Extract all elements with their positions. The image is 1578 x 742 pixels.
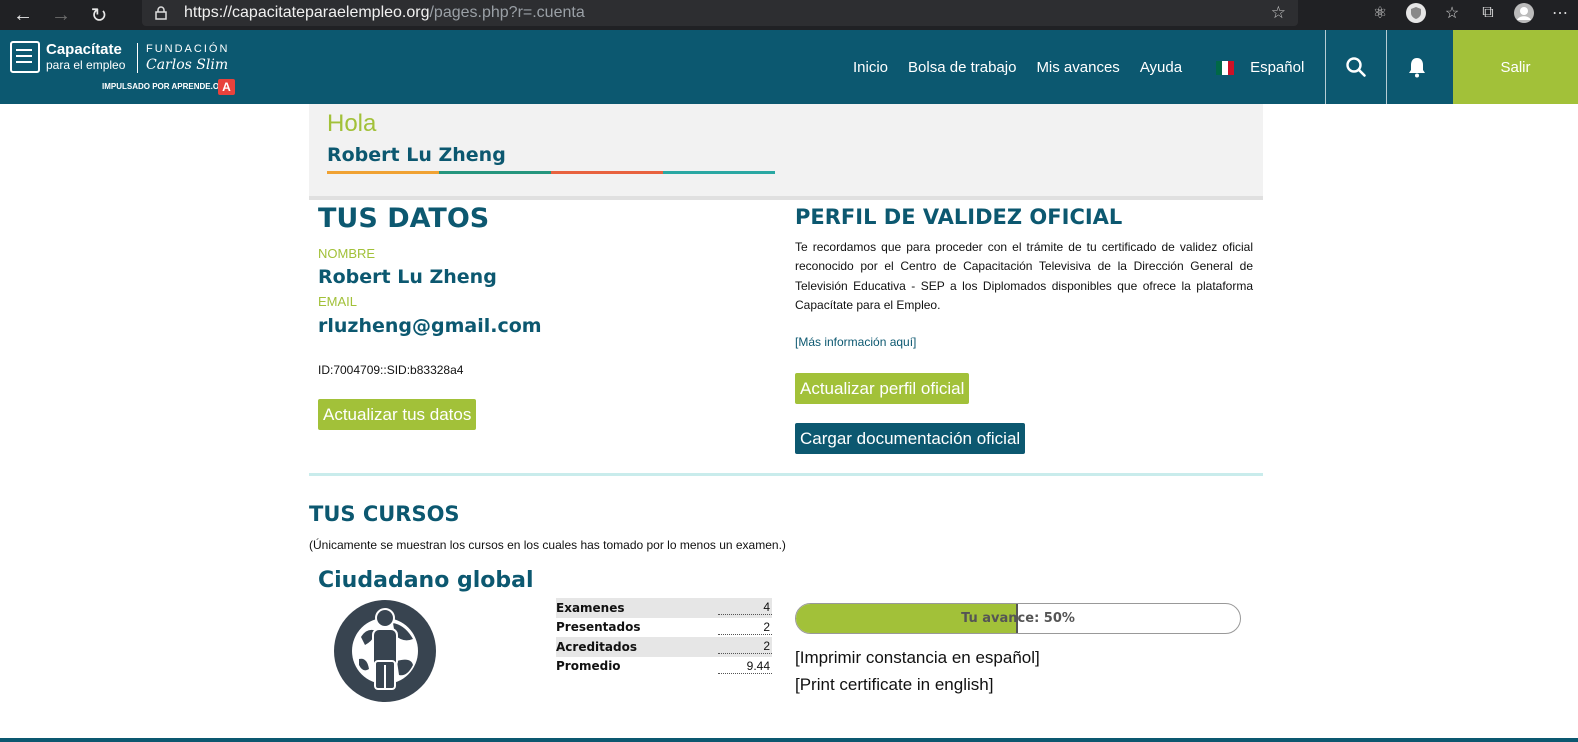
greeting-name: Robert Lu Zheng [327, 144, 506, 166]
browser-toolbar: ← → ↻ https://capacitateparaelempleo.org… [0, 0, 1578, 30]
mexico-flag-icon [1216, 61, 1235, 75]
print-certificate-en-link[interactable]: [Print certificate in english] [795, 675, 993, 695]
logo-carlos-slim: Carlos Slim [146, 57, 229, 73]
stripe-red [551, 171, 663, 174]
logout-button[interactable]: Salir [1453, 30, 1578, 104]
datos-title: TUS DATOS [318, 203, 490, 234]
upload-official-docs-button[interactable]: Cargar documentación oficial [795, 423, 1026, 454]
lock-icon [155, 6, 167, 20]
stat-label: Examenes [556, 600, 625, 615]
progress-label: Tu avance: 50% [961, 611, 1075, 626]
name-label: NOMBRE [318, 246, 376, 261]
extension-shield-icon[interactable] [1398, 0, 1434, 26]
stripe-orange [327, 171, 439, 174]
stripe-green [439, 171, 551, 174]
stat-row: Acreditados 2 [556, 637, 772, 657]
greeting-stripes [327, 171, 775, 174]
cursos-note: (Únicamente se muestran los cursos en lo… [309, 538, 786, 552]
course-progress-bar: Tu avance: 50% [795, 603, 1241, 634]
user-email: rluzheng@gmail.com [318, 315, 542, 337]
course-stats-table: Examenes 4 Presentados 2 Acreditados 2 Prom… [556, 598, 772, 676]
logo-divider [137, 43, 138, 73]
nav-ayuda[interactable]: Ayuda [1140, 59, 1182, 76]
user-id: ID:7004709::SID:b83328a4 [318, 363, 464, 377]
stat-value: 2 [718, 620, 772, 635]
language-selector[interactable]: Español [1250, 59, 1304, 76]
site-logo[interactable]: Capacítate para el empleo FUNDACIÓN Carl… [10, 39, 240, 97]
nav-inicio[interactable]: Inicio [853, 59, 888, 76]
back-icon[interactable]: ← [8, 3, 38, 27]
notifications-bell-icon[interactable] [1387, 30, 1447, 104]
perfil-title: PERFIL DE VALIDEZ OFICIAL [795, 205, 1123, 229]
cursos-title: TUS CURSOS [309, 502, 460, 526]
url-host: https://capacitateparaelempleo.org [184, 4, 430, 21]
nav-bolsa-de-trabajo[interactable]: Bolsa de trabajo [908, 59, 1016, 76]
globe-person-icon [333, 599, 437, 703]
course-name[interactable]: Ciudadano global [318, 568, 534, 593]
stat-label: Acreditados [556, 639, 637, 654]
logo-title: Capacítate [46, 41, 122, 58]
stat-row: Promedio 9.44 [556, 657, 772, 677]
footer-top-border [0, 738, 1578, 742]
more-info-link[interactable]: [Más información aquí] [795, 335, 916, 349]
greeting-hello: Hola [327, 110, 377, 137]
main-nav: Inicio Bolsa de trabajo Mis avances Ayud… [853, 30, 1324, 104]
profile-avatar-icon[interactable] [1506, 0, 1542, 26]
browser-extensions: ⚛ ☆ ⧉ ⋯ [1362, 0, 1578, 26]
print-certificate-es-link[interactable]: [Imprimir constancia en español] [795, 648, 1040, 668]
greeting-panel: Hola Robert Lu Zheng [309, 104, 1263, 200]
stat-value: 9.44 [718, 659, 772, 674]
email-label: EMAIL [318, 294, 358, 309]
stat-label: Presentados [556, 620, 641, 635]
site-header: Capacítate para el empleo FUNDACIÓN Carl… [0, 30, 1578, 104]
logo-subtitle: para el empleo [46, 58, 126, 72]
stripe-teal [663, 171, 775, 174]
address-bar[interactable]: https://capacitateparaelempleo.org/pages… [142, 0, 1298, 26]
update-official-profile-button[interactable]: Actualizar perfil oficial [795, 373, 970, 404]
collections-icon[interactable]: ⧉ [1470, 0, 1506, 26]
stat-row: Examenes 4 [556, 598, 772, 618]
forward-icon[interactable]: → [46, 3, 76, 27]
favorite-star-icon[interactable]: ☆ [1271, 3, 1286, 23]
stat-label: Promedio [556, 659, 621, 674]
stat-row: Presentados 2 [556, 618, 772, 638]
search-icon[interactable] [1326, 30, 1386, 104]
stat-value: 2 [718, 639, 772, 655]
user-name: Robert Lu Zheng [318, 266, 497, 288]
more-menu-icon[interactable]: ⋯ [1542, 0, 1578, 26]
logo-impulsado: IMPULSADO POR APRENDE.ORG [102, 82, 232, 91]
perfil-description: Te recordamos que para proceder con el t… [795, 240, 1253, 313]
favorites-list-icon[interactable]: ☆ [1434, 0, 1470, 26]
nav-mis-avances[interactable]: Mis avances [1036, 59, 1119, 76]
reload-icon[interactable]: ↻ [84, 3, 114, 27]
logo-fundacion: FUNDACIÓN [146, 43, 230, 55]
update-data-button[interactable]: Actualizar tus datos [318, 399, 477, 430]
section-divider [309, 473, 1263, 476]
aprende-logo-icon: A [218, 79, 235, 95]
extension-atom-icon[interactable]: ⚛ [1362, 0, 1398, 26]
url-path: /pages.php?r=.cuenta [429, 4, 585, 21]
checklist-logo-icon [10, 41, 40, 73]
stat-value: 4 [718, 600, 772, 616]
